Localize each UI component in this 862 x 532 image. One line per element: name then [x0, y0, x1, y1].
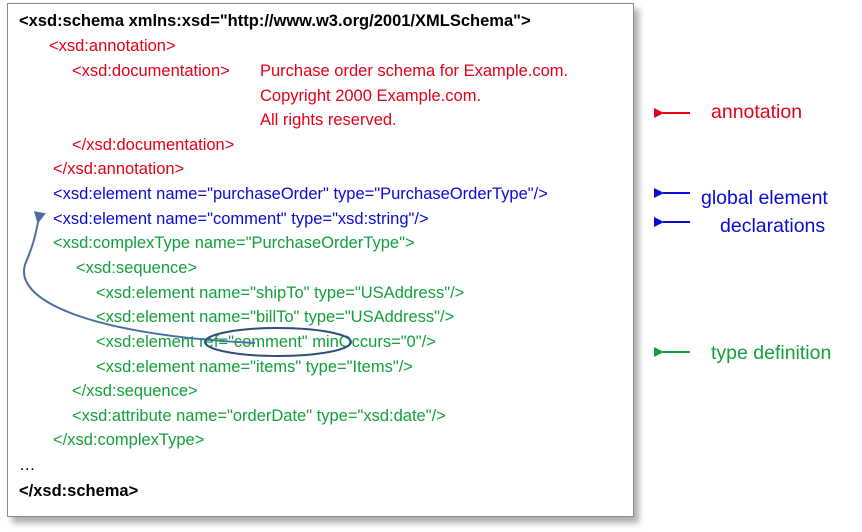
ref-curve-arrow [23, 211, 256, 344]
global-label-line-2: declarations [720, 215, 826, 237]
annotation-label: annotation [711, 101, 803, 123]
diagram-overlay [23, 108, 690, 357]
type-definition-label: type definition [711, 342, 832, 364]
global-label-line-1: global element [701, 187, 828, 209]
